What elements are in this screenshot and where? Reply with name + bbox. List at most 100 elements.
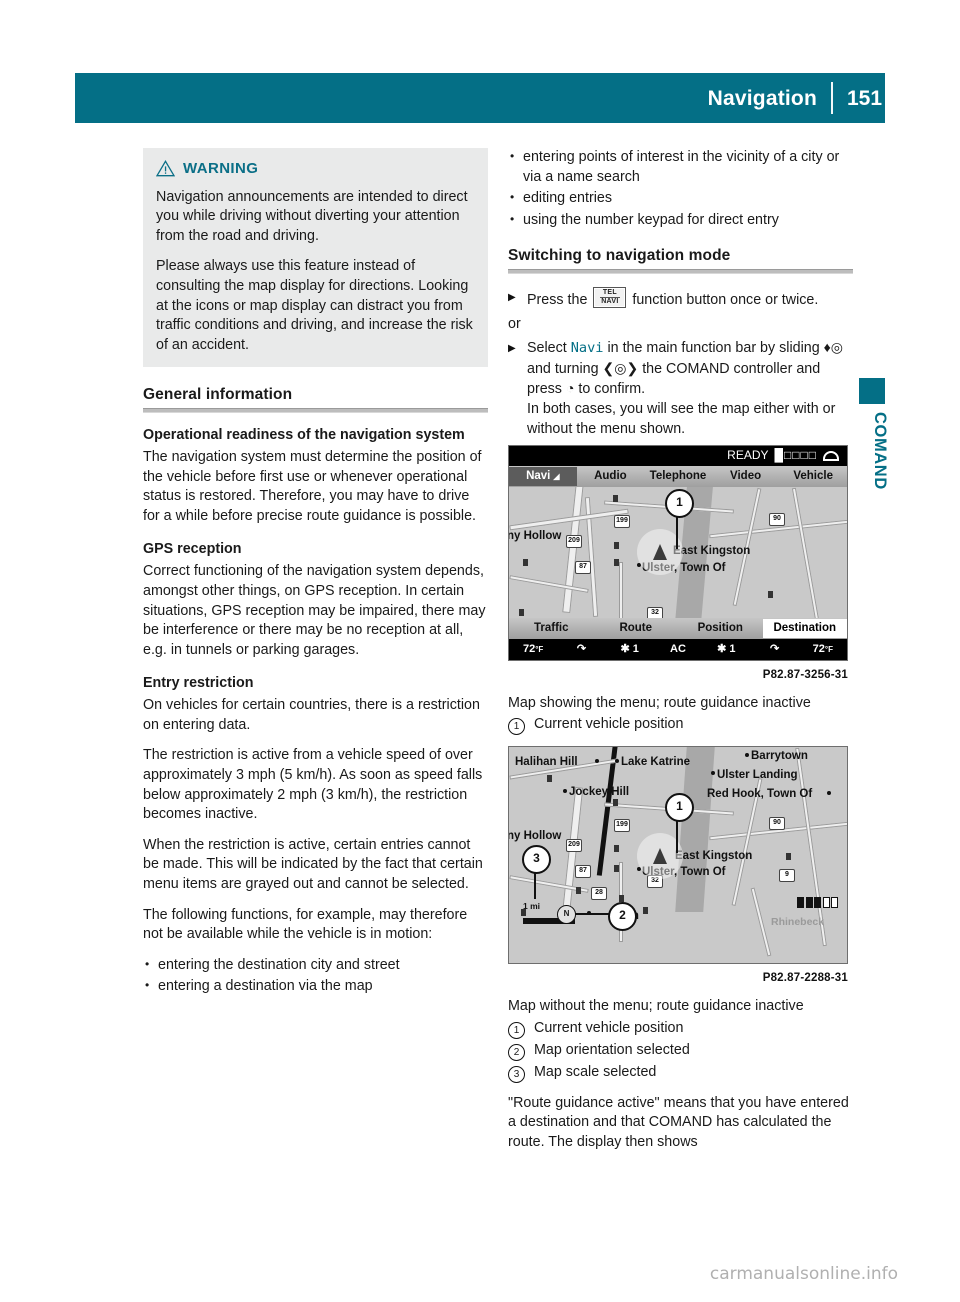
figure-map-without-menu: Halihan Hill Lake Katrine Barrytown Ulst… xyxy=(508,746,848,989)
legend-number: 1 xyxy=(508,718,525,736)
vehicle-position-arrow xyxy=(653,848,667,865)
map-canvas[interactable]: 199 209 87 90 32 1 ny Hollow East Kingst… xyxy=(509,487,847,619)
route-guidance-closing-text: "Route guidance active" means that you h… xyxy=(508,1094,849,1150)
legend-row: 3 Map scale selected xyxy=(508,1063,853,1083)
header-divider xyxy=(831,82,833,114)
restricted-functions-list: entering the destination city and street… xyxy=(143,955,488,997)
figure-reference-1: P82.87-3256-31 xyxy=(762,669,848,682)
legend-row: 2 Map orientation selected xyxy=(508,1041,853,1061)
map-label-rhinebeck: Rhinebeck xyxy=(771,916,825,929)
poi-marker xyxy=(547,775,552,783)
map-label-halihan-hill: Halihan Hill xyxy=(515,756,578,769)
entry-restriction-text-1: On vehicles for certain countries, there… xyxy=(143,697,480,733)
list-item: entering a destination via the map xyxy=(143,976,488,997)
list-item: entering points of interest in the vicin… xyxy=(508,147,853,187)
route-shield: 9 xyxy=(779,869,795,883)
warning-header: WARNING xyxy=(156,159,475,179)
legend-text: Map scale selected xyxy=(534,1063,657,1080)
gps-signal-bars-icon xyxy=(797,897,838,909)
map-canvas-fullscreen[interactable]: Halihan Hill Lake Katrine Barrytown Ulst… xyxy=(509,747,847,964)
route-shield: 209 xyxy=(566,535,582,549)
turn-controller-icon: ❮◎❯ xyxy=(602,359,639,376)
warning-paragraph-2: Please always use this feature instead o… xyxy=(156,258,473,353)
menu-item-navi[interactable]: Navi ◢ xyxy=(509,466,577,487)
poi-marker xyxy=(614,542,619,550)
section-rule xyxy=(508,268,853,274)
route-shield: 199 xyxy=(614,819,630,833)
warning-triangle-icon xyxy=(156,160,175,177)
legend-text: Map orientation selected xyxy=(534,1041,690,1058)
navi-menu-reference: Navi xyxy=(570,340,604,357)
section-rule xyxy=(143,407,488,413)
entry-restriction-text-3: When the restriction is active, certain … xyxy=(143,836,483,893)
legend-number: 1 xyxy=(508,1021,525,1039)
route-shield: 90 xyxy=(769,817,785,831)
route-shield: 32 xyxy=(647,607,663,619)
poi-marker xyxy=(619,895,624,903)
chapter-tab-marker xyxy=(859,378,885,404)
road xyxy=(750,887,772,957)
map-label-jockey-hill: Jockey Hill xyxy=(569,786,630,799)
step2-text-a: Select xyxy=(527,340,567,357)
legend-row: 1 Current vehicle position xyxy=(508,1019,853,1039)
step1-text-after: function button once or twice. xyxy=(632,291,819,308)
subheading-entry-restriction: Entry restriction xyxy=(143,675,254,692)
display-status-bar: READY █□□□□ xyxy=(509,446,847,467)
climate-right-temperature: 72°F xyxy=(812,642,833,655)
submenu-item-destination[interactable]: Destination xyxy=(762,618,847,639)
fan-speed-left: ✱ 1 xyxy=(620,642,639,655)
navigation-submenu-bar[interactable]: Traffic Route Position Destination xyxy=(509,618,847,640)
poi-marker xyxy=(523,559,528,567)
step-press-function-button: Press the TEL NAVI function button once … xyxy=(508,286,853,311)
alternative-separator: or xyxy=(508,315,521,332)
figure-caption-2: Map without the menu; route guidance ina… xyxy=(508,997,804,1014)
menu-item-vehicle[interactable]: Vehicle xyxy=(779,467,847,487)
route-shield: 87 xyxy=(575,561,591,575)
menu-item-telephone[interactable]: Telephone xyxy=(644,467,712,487)
legend-row: 1 Current vehicle position xyxy=(508,715,853,736)
subheading-operational-readiness: Operational readiness of the navigation … xyxy=(143,426,465,443)
submenu-item-traffic[interactable]: Traffic xyxy=(509,619,594,639)
menu-item-audio[interactable]: Audio xyxy=(577,467,645,487)
map-label-barrytown: Barrytown xyxy=(751,750,808,763)
climate-left-temperature: 72°F xyxy=(522,642,544,655)
warning-box: WARNING Navigation announcements are int… xyxy=(143,148,488,368)
slide-controller-icon: ♦◎ xyxy=(823,339,844,356)
gps-reception-text: Correct functioning of the navigation sy… xyxy=(143,563,486,658)
poi-marker xyxy=(519,609,524,617)
tel-navi-bottom-label: NAVI xyxy=(599,296,620,305)
map-label-lake-katrine: Lake Katrine xyxy=(621,756,691,769)
route-shield: 199 xyxy=(614,515,630,529)
phone-handset-icon xyxy=(823,451,839,462)
map-label-ulster-landing: Ulster Landing xyxy=(717,769,798,782)
operational-readiness-text: The navigation system must determine the… xyxy=(143,448,482,524)
tel-navi-button-icon: TEL NAVI xyxy=(593,286,627,308)
list-item: using the number keypad for direct entry xyxy=(508,210,853,231)
left-column: WARNING Navigation announcements are int… xyxy=(143,148,488,1008)
main-function-bar[interactable]: Navi ◢ Audio Telephone Video Vehicle xyxy=(509,466,847,488)
figure-reference-2: P82.87-2288-31 xyxy=(762,972,848,985)
step2-text-b: in the main function bar by sliding xyxy=(607,340,820,357)
menu-item-video[interactable]: Video xyxy=(712,467,780,487)
route-shield: 28 xyxy=(591,887,607,901)
subheading-gps-reception: GPS reception xyxy=(143,541,242,558)
poi-marker xyxy=(786,853,791,861)
map-label-ny-hollow: ny Hollow xyxy=(509,830,562,843)
submenu-item-position[interactable]: Position xyxy=(678,619,763,639)
road xyxy=(509,575,589,594)
footer-watermark: carmanualsonline.info xyxy=(709,1264,898,1284)
poi-marker xyxy=(614,865,619,873)
tel-navi-top-label: TEL xyxy=(602,288,617,296)
legend-text: Current vehicle position xyxy=(534,1019,684,1036)
figure-legend-1: 1 Current vehicle position xyxy=(508,715,853,736)
map-label-red-hook-town-of: Red Hook, Town Of xyxy=(707,788,813,801)
page-title: Navigation xyxy=(707,86,817,110)
poi-marker xyxy=(614,559,619,567)
route-shield: 87 xyxy=(575,865,591,879)
section-heading-switching-to-navigation-mode: Switching to navigation mode xyxy=(508,247,731,265)
submenu-item-route[interactable]: Route xyxy=(594,619,679,639)
place-dot xyxy=(827,791,831,796)
place-dot xyxy=(711,771,715,776)
figure-map-with-menu: READY █□□□□ Navi ◢ Audio Telephone Video… xyxy=(508,445,848,686)
fan-speed-right: ✱ 1 xyxy=(717,642,736,655)
